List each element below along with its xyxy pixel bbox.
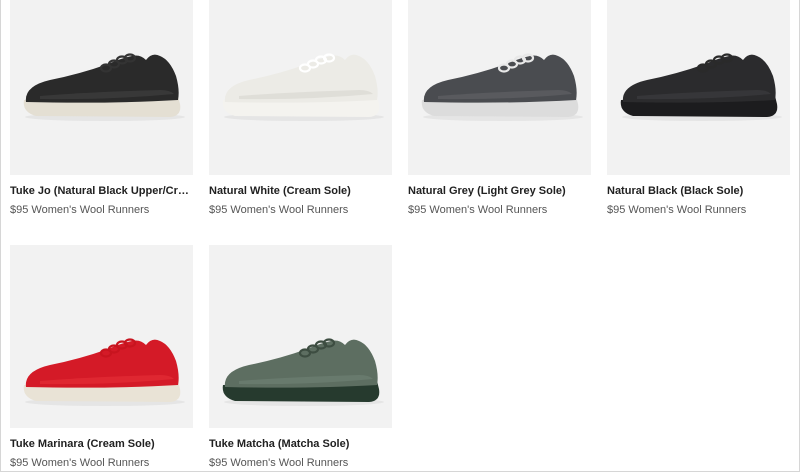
product-image[interactable] xyxy=(607,0,790,175)
product-name[interactable]: Tuke Matcha (Matcha Sole) xyxy=(209,437,392,451)
product-card[interactable]: Tuke Matcha (Matcha Sole) $95 Women's Wo… xyxy=(209,245,392,470)
product-card[interactable]: Tuke Marinara (Cream Sole) $95 Women's W… xyxy=(10,245,193,470)
product-category: Women's Wool Runners xyxy=(31,204,150,216)
product-name[interactable]: Natural White (Cream Sole) xyxy=(209,184,392,198)
product-price: $95 xyxy=(408,204,427,216)
product-image[interactable] xyxy=(10,245,193,428)
product-price: $95 xyxy=(10,457,29,469)
product-price: $95 xyxy=(209,457,228,469)
product-card[interactable]: Natural Grey (Light Grey Sole) $95 Women… xyxy=(408,0,591,217)
product-category: Women's Wool Runners xyxy=(628,204,747,216)
product-subtitle: $95 Women's Wool Runners xyxy=(10,456,193,470)
product-category: Women's Wool Runners xyxy=(31,457,150,469)
shoe-image xyxy=(222,338,384,406)
product-subtitle: $95 Women's Wool Runners xyxy=(607,203,790,217)
product-subtitle: $95 Women's Wool Runners xyxy=(209,456,392,470)
product-name[interactable]: Tuke Jo (Natural Black Upper/Cream Sole) xyxy=(10,184,193,198)
product-category: Women's Wool Runners xyxy=(429,204,548,216)
shoe-image xyxy=(23,338,185,406)
product-card[interactable]: Tuke Jo (Natural Black Upper/Cream Sole)… xyxy=(10,0,193,217)
product-subtitle: $95 Women's Wool Runners xyxy=(209,203,392,217)
product-name[interactable]: Natural Black (Black Sole) xyxy=(607,184,790,198)
shoe-image xyxy=(222,53,384,121)
product-category: Women's Wool Runners xyxy=(230,204,349,216)
product-card[interactable]: Natural White (Cream Sole) $95 Women's W… xyxy=(209,0,392,217)
product-category: Women's Wool Runners xyxy=(230,457,349,469)
product-subtitle: $95 Women's Wool Runners xyxy=(10,203,193,217)
product-price: $95 xyxy=(607,204,626,216)
product-card[interactable]: Natural Black (Black Sole) $95 Women's W… xyxy=(607,0,790,217)
product-price: $95 xyxy=(10,204,29,216)
product-name[interactable]: Tuke Marinara (Cream Sole) xyxy=(10,437,193,451)
shoe-image xyxy=(620,53,782,121)
product-name[interactable]: Natural Grey (Light Grey Sole) xyxy=(408,184,591,198)
product-image[interactable] xyxy=(10,0,193,175)
product-image[interactable] xyxy=(408,0,591,175)
shoe-image xyxy=(23,53,185,121)
product-price: $95 xyxy=(209,204,228,216)
product-subtitle: $95 Women's Wool Runners xyxy=(408,203,591,217)
product-image[interactable] xyxy=(209,245,392,428)
product-image[interactable] xyxy=(209,0,392,175)
shoe-image xyxy=(421,53,583,121)
